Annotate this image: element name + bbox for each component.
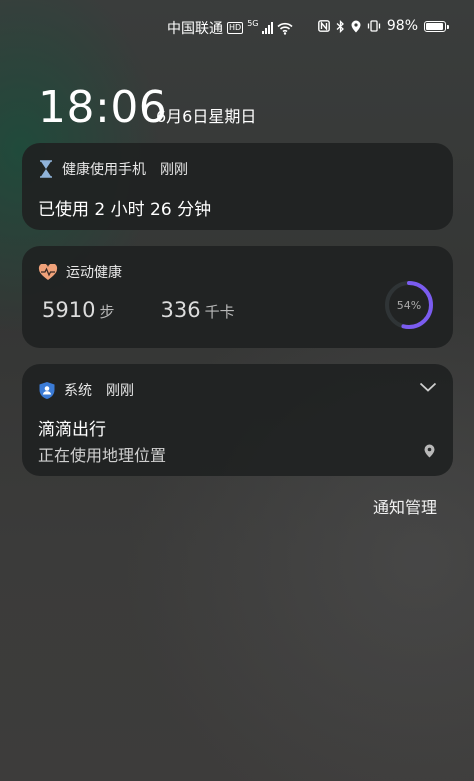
carrier-name: 中国联通 xyxy=(167,21,223,37)
calories-unit: 千卡 xyxy=(204,303,235,321)
progress-percent: 54% xyxy=(396,298,422,312)
notification-body: 正在使用地理位置 xyxy=(38,446,167,465)
steps-unit: 步 xyxy=(99,303,115,321)
notification-body: 已使用 2 小时 26 分钟 xyxy=(38,200,212,220)
notification-title: 滴滴出行 xyxy=(38,420,106,440)
battery-icon xyxy=(424,20,449,32)
network-type: 5G xyxy=(247,18,259,28)
app-name: 系统 xyxy=(64,383,92,399)
notification-header: 健康使用手机 刚刚 xyxy=(38,159,188,179)
wifi-icon xyxy=(277,22,294,35)
lock-time: 18:06 xyxy=(38,82,168,133)
calories-value: 336 xyxy=(160,298,201,322)
notification-header: 系统 刚刚 xyxy=(38,380,134,400)
manage-notifications-button[interactable]: 通知管理 xyxy=(373,494,437,518)
steps-value: 5910 xyxy=(42,298,96,322)
person-shield-icon xyxy=(39,381,55,399)
status-right: 98% xyxy=(317,18,449,34)
nfc-icon xyxy=(317,20,330,32)
notification-system[interactable]: 系统 刚刚 滴滴出行 正在使用地理位置 xyxy=(22,364,453,476)
location-pin-icon xyxy=(424,444,435,458)
hd-badge: HD xyxy=(227,22,244,34)
location-icon xyxy=(351,20,361,32)
hourglass-icon xyxy=(40,160,52,178)
notification-screen-time[interactable]: 健康使用手机 刚刚 已使用 2 小时 26 分钟 xyxy=(22,143,453,230)
lock-date: 6月6日星期日 xyxy=(156,107,257,126)
chevron-down-icon[interactable] xyxy=(419,382,437,392)
status-bar: 中国联通 HD 5G 98% xyxy=(0,0,474,56)
signal-icon xyxy=(262,22,274,34)
activity-stats: 5910 步 336 千卡 xyxy=(42,298,235,322)
notification-time: 刚刚 xyxy=(106,383,134,399)
vibrate-icon xyxy=(367,20,381,32)
bluetooth-icon xyxy=(336,19,344,33)
battery-percent: 98% xyxy=(386,18,418,34)
heart-icon xyxy=(38,263,58,280)
notification-header: 运动健康 xyxy=(38,262,122,282)
app-name: 运动健康 xyxy=(66,265,122,281)
notification-time: 刚刚 xyxy=(160,162,188,178)
notification-health[interactable]: 运动健康 5910 步 336 千卡 54% xyxy=(22,246,453,348)
status-left: 中国联通 HD 5G xyxy=(167,18,294,38)
app-name: 健康使用手机 xyxy=(62,162,146,178)
